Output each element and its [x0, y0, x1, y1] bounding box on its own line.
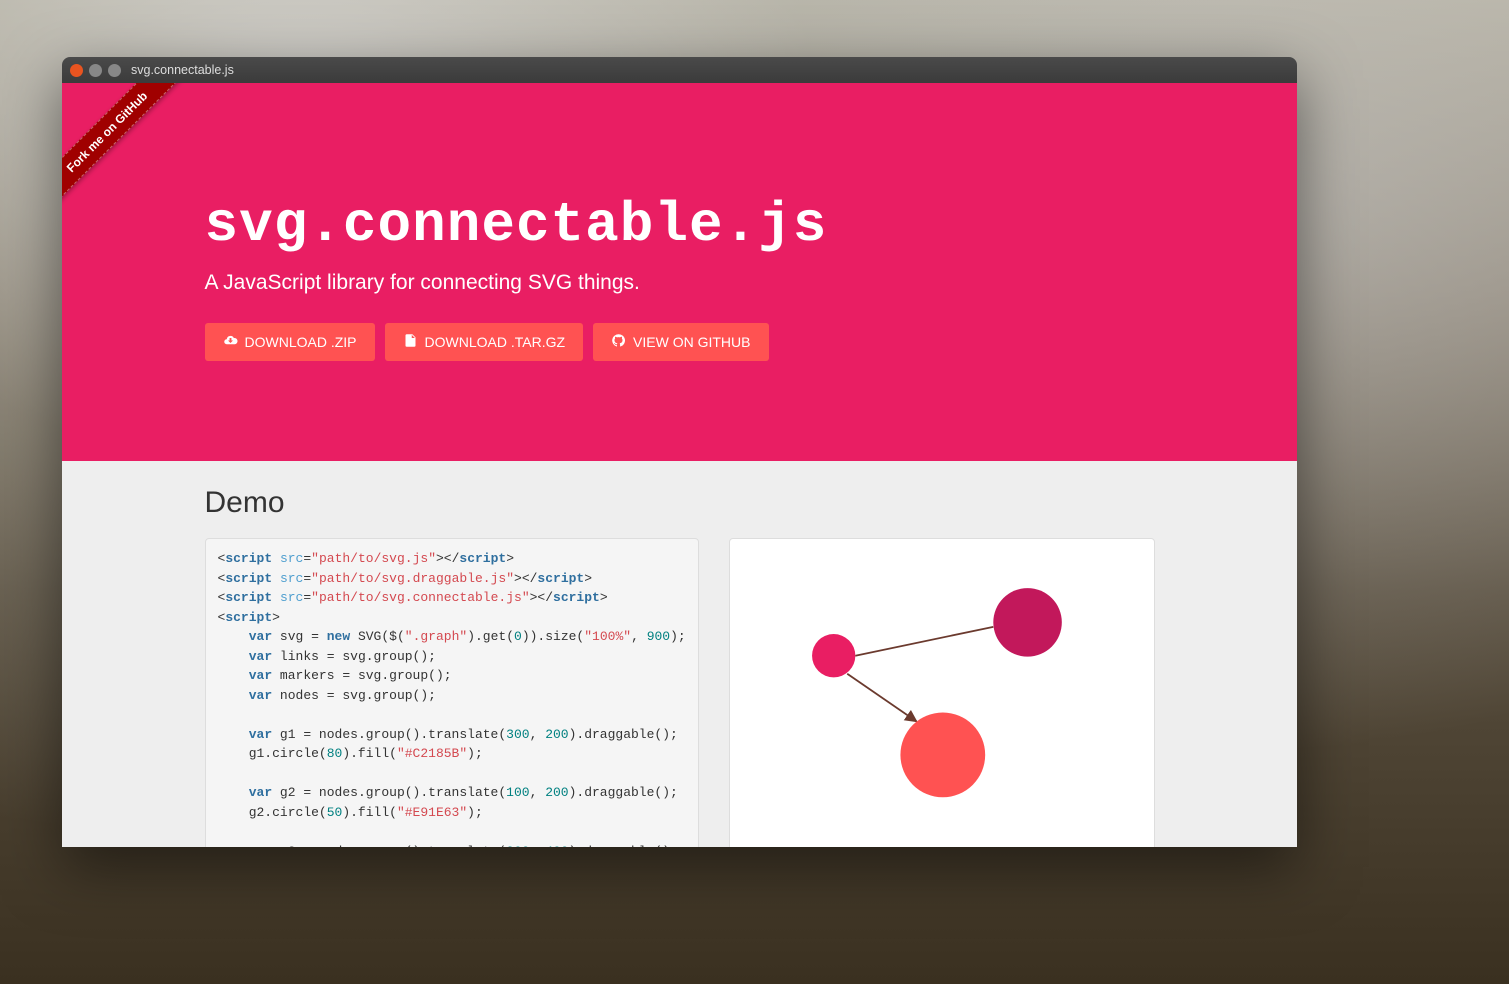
graph-nodes — [812, 588, 1062, 797]
hero-buttons: DOWNLOAD .ZIP DOWNLOAD .TAR.GZ — [205, 323, 1155, 361]
page-scroll-area[interactable]: Fork me on GitHub svg.connectable.js A J… — [62, 83, 1297, 847]
graph-node-g2[interactable] — [812, 634, 855, 677]
hero-section: Fork me on GitHub svg.connectable.js A J… — [62, 83, 1297, 461]
page-subtitle: A JavaScript library for connecting SVG … — [205, 271, 1155, 295]
main-section: Demo <script src="path/to/svg.js"></scri… — [62, 461, 1297, 847]
github-icon — [611, 333, 626, 351]
fork-ribbon-link[interactable]: Fork me on GitHub — [62, 83, 188, 213]
demo-heading: Demo — [205, 486, 1155, 520]
code-column: <script src="path/to/svg.js"></script> <… — [205, 538, 699, 847]
graph-node-g3[interactable] — [900, 713, 985, 798]
app-window: svg.connectable.js Fork me on GitHub svg… — [62, 57, 1297, 847]
demo-column — [729, 538, 1155, 847]
demo-canvas[interactable] — [729, 538, 1155, 847]
button-label: DOWNLOAD .TAR.GZ — [425, 334, 566, 350]
fork-ribbon: Fork me on GitHub — [62, 83, 192, 213]
window-close-button[interactable] — [70, 64, 83, 77]
window-title: svg.connectable.js — [131, 63, 234, 77]
button-label: DOWNLOAD .ZIP — [245, 334, 357, 350]
view-github-button[interactable]: VIEW ON GITHUB — [593, 323, 768, 361]
download-targz-button[interactable]: DOWNLOAD .TAR.GZ — [385, 323, 584, 361]
code-sample[interactable]: <script src="path/to/svg.js"></script> <… — [205, 538, 699, 847]
window-maximize-button[interactable] — [108, 64, 121, 77]
file-archive-icon — [403, 333, 418, 351]
page-title: svg.connectable.js — [205, 193, 1155, 257]
button-label: VIEW ON GITHUB — [633, 334, 750, 350]
demo-svg — [730, 539, 1154, 847]
download-zip-button[interactable]: DOWNLOAD .ZIP — [205, 323, 375, 361]
window-minimize-button[interactable] — [89, 64, 102, 77]
browser-viewport: Fork me on GitHub svg.connectable.js A J… — [62, 83, 1297, 847]
window-titlebar[interactable]: svg.connectable.js — [62, 57, 1297, 83]
graph-node-g1[interactable] — [993, 588, 1062, 657]
graph-links — [847, 627, 993, 722]
cloud-download-icon — [223, 333, 238, 351]
